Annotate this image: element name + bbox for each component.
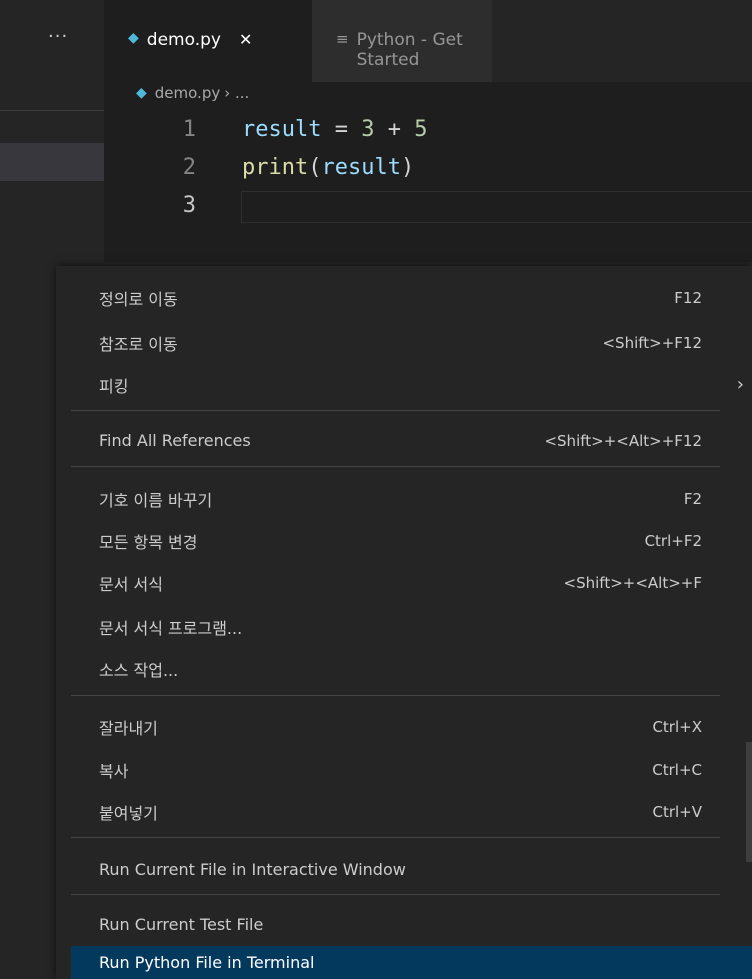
menu-item-label: Find All References bbox=[99, 431, 251, 450]
sidebar-divider bbox=[0, 110, 104, 111]
menu-item-paste[interactable]: 붙여넣기 Ctrl+V bbox=[71, 794, 752, 829]
menu-divider bbox=[71, 410, 720, 411]
menu-item-find-all-references[interactable]: Find All References <Shift>+<Alt>+F12 bbox=[71, 423, 752, 458]
python-file-icon: ◆ bbox=[136, 85, 147, 101]
menu-item-label: 문서 서식 프로그램... bbox=[99, 618, 243, 638]
menu-item-shortcut: Ctrl+X bbox=[652, 717, 702, 736]
menu-item-run-python-file-in-terminal[interactable]: Run Python File in Terminal bbox=[71, 946, 752, 979]
code-text: print(result) bbox=[242, 155, 415, 180]
python-file-icon: ◆ bbox=[128, 30, 139, 46]
tab-label: Python - Get Started bbox=[356, 30, 463, 70]
menu-item-shortcut: <Shift>+<Alt>+F12 bbox=[544, 431, 702, 450]
menu-item-label: 기호 이름 바꾸기 bbox=[99, 490, 213, 510]
chevron-right-icon: › bbox=[736, 374, 744, 395]
menu-divider bbox=[71, 837, 720, 838]
menu-item-label: 소스 작업... bbox=[99, 660, 179, 680]
context-menu: 정의로 이동 F12 참조로 이동 <Shift>+F12 피킹 › Find … bbox=[56, 266, 752, 979]
code-editor[interactable]: ◆ demo.py › ... 1 result = 3 + 5 2 print… bbox=[104, 82, 752, 262]
breadcrumb-file[interactable]: demo.py bbox=[155, 84, 220, 102]
menu-item-label: 잘라내기 bbox=[99, 718, 158, 738]
menu-item-go-to-definition[interactable]: 정의로 이동 F12 bbox=[71, 280, 752, 315]
menu-item-shortcut: F12 bbox=[674, 288, 702, 307]
code-line[interactable]: 1 result = 3 + 5 bbox=[104, 112, 752, 150]
menu-item-label: Run Python File in Terminal bbox=[99, 953, 315, 972]
scrollbar-thumb[interactable] bbox=[746, 742, 752, 862]
menu-item-run-in-interactive-window[interactable]: Run Current File in Interactive Window bbox=[71, 852, 752, 887]
menu-item-label: 복사 bbox=[99, 761, 129, 781]
menu-item-run-current-test-file[interactable]: Run Current Test File bbox=[71, 907, 752, 942]
tab-bar: ◆ demo.py ✕ ≡ Python - Get Started bbox=[104, 0, 752, 82]
menu-item-label: 모든 항목 변경 bbox=[99, 532, 198, 552]
code-line[interactable]: 2 print(result) bbox=[104, 150, 752, 188]
menu-item-shortcut: <Shift>+F12 bbox=[602, 333, 702, 352]
code-text: result = 3 + 5 bbox=[242, 117, 428, 142]
menu-item-label: 붙여넣기 bbox=[99, 803, 158, 823]
menu-item-rename-symbol[interactable]: 기호 이름 바꾸기 F2 bbox=[71, 481, 752, 516]
menu-item-cut[interactable]: 잘라내기 Ctrl+X bbox=[71, 709, 752, 744]
breadcrumb-rest[interactable]: › ... bbox=[224, 84, 249, 102]
tab-demo-py[interactable]: ◆ demo.py ✕ bbox=[104, 0, 312, 82]
current-line-highlight bbox=[241, 191, 752, 223]
menu-item-copy[interactable]: 복사 Ctrl+C bbox=[71, 752, 752, 787]
menu-divider bbox=[71, 894, 720, 895]
line-number: 3 bbox=[182, 193, 196, 218]
menu-item-shortcut: Ctrl+V bbox=[652, 802, 702, 821]
menu-item-label: 참조로 이동 bbox=[99, 334, 178, 354]
menu-item-shortcut: <Shift>+<Alt>+F bbox=[563, 573, 702, 592]
menu-item-shortcut: F2 bbox=[683, 489, 702, 508]
tab-python-get-started[interactable]: ≡ Python - Get Started bbox=[312, 0, 492, 82]
lines-icon: ≡ bbox=[336, 30, 349, 48]
menu-item-label: 피킹 bbox=[99, 376, 129, 396]
line-number: 2 bbox=[182, 155, 196, 180]
menu-item-format-document[interactable]: 문서 서식 <Shift>+<Alt>+F bbox=[71, 565, 752, 600]
close-icon[interactable]: ✕ bbox=[239, 30, 252, 49]
menu-item-source-action[interactable]: 소스 작업... bbox=[71, 651, 752, 686]
menu-item-go-to-references[interactable]: 참조로 이동 <Shift>+F12 bbox=[71, 325, 752, 360]
menu-item-shortcut: Ctrl+F2 bbox=[644, 531, 702, 550]
sidebar-selected-item[interactable] bbox=[0, 143, 104, 181]
menu-item-label: 정의로 이동 bbox=[99, 289, 178, 309]
menu-item-label: Run Current Test File bbox=[99, 915, 264, 934]
menu-item-label: 문서 서식 bbox=[99, 574, 163, 594]
menu-item-shortcut: Ctrl+C bbox=[652, 760, 702, 779]
more-actions-icon[interactable]: ··· bbox=[48, 26, 68, 47]
menu-divider bbox=[71, 466, 720, 467]
code-line-current[interactable]: 3 bbox=[104, 188, 752, 226]
menu-item-peek[interactable]: 피킹 › bbox=[71, 367, 752, 402]
menu-item-change-all-occurrences[interactable]: 모든 항목 변경 Ctrl+F2 bbox=[71, 523, 752, 558]
menu-item-label: Run Current File in Interactive Window bbox=[99, 860, 406, 879]
tab-label: demo.py bbox=[146, 30, 221, 50]
menu-divider bbox=[71, 695, 720, 696]
line-number: 1 bbox=[182, 117, 196, 142]
breadcrumb[interactable]: ◆ demo.py › ... bbox=[136, 84, 249, 102]
menu-item-format-document-with[interactable]: 문서 서식 프로그램... bbox=[71, 609, 752, 644]
